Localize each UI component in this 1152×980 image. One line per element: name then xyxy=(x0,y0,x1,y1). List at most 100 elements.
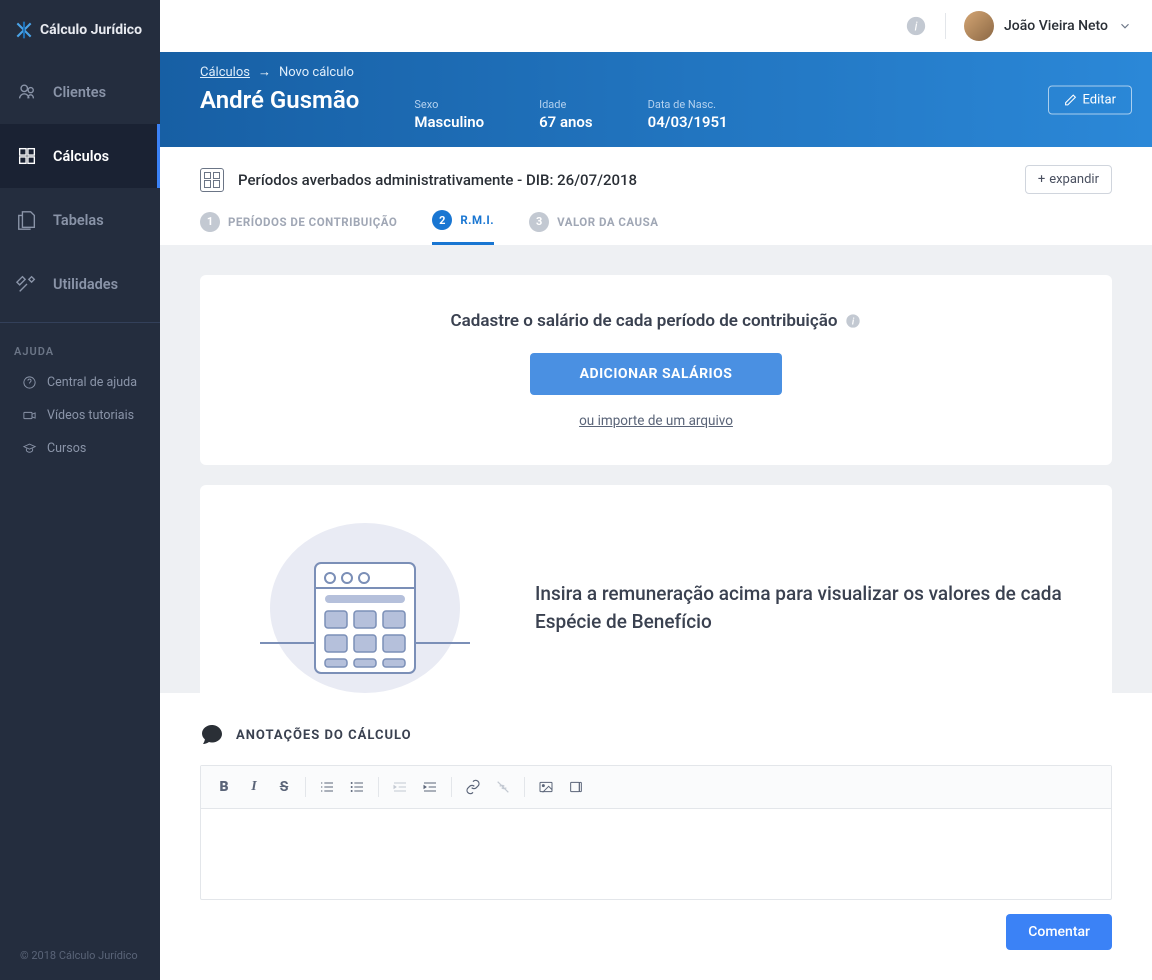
step-num: 2 xyxy=(432,210,452,230)
annotations-section: ANOTAÇÕES DO CÁLCULO B I S xyxy=(160,693,1152,980)
brand-name: Cálculo Jurídico xyxy=(40,22,142,38)
user-menu[interactable]: João Vieira Neto xyxy=(964,11,1132,41)
breadcrumb: Cálculos → Novo cálculo xyxy=(200,64,1112,80)
meta-label: Sexo xyxy=(414,98,484,111)
meta-value: 04/03/1951 xyxy=(648,113,728,131)
editor-toolbar: B I S xyxy=(201,766,1111,809)
brand-logo[interactable]: Cálculo Jurídico xyxy=(0,0,160,60)
salary-card: Cadastre o salário de cada período de co… xyxy=(200,275,1112,465)
step-tabs: 1 PERÍODOS DE CONTRIBUIÇÃO 2 R.M.I. 3 VA… xyxy=(200,210,1112,245)
italic-button[interactable]: I xyxy=(241,774,267,800)
help-section: AJUDA Central de ajuda Vídeos tutoriais … xyxy=(0,322,160,465)
step-label: VALOR DA CAUSA xyxy=(557,215,658,229)
copyright: © 2018 Cálculo Jurídico xyxy=(0,931,160,980)
info-icon[interactable]: i xyxy=(845,313,861,329)
toolbar-separator xyxy=(305,777,306,797)
link-button[interactable] xyxy=(460,774,486,800)
editor-textarea[interactable] xyxy=(201,809,1111,899)
video-icon xyxy=(22,408,37,423)
sidebar-item-label: Tabelas xyxy=(53,212,104,229)
document-icon xyxy=(16,209,38,231)
user-name: João Vieira Neto xyxy=(1004,18,1108,34)
sidebar-item-tabelas[interactable]: Tabelas xyxy=(0,188,160,252)
image-button[interactable] xyxy=(533,774,559,800)
grid-icon xyxy=(200,168,224,192)
help-item-central[interactable]: Central de ajuda xyxy=(0,366,160,399)
expand-button[interactable]: + expandir xyxy=(1025,165,1112,194)
placeholder-card: Insira a remuneração acima para visualiz… xyxy=(200,485,1112,693)
client-name: André Gusmão xyxy=(200,86,359,114)
help-item-cursos[interactable]: Cursos xyxy=(0,432,160,465)
expand-button-label: expandir xyxy=(1049,172,1099,187)
meta-nasc: Data de Nasc. 04/03/1951 xyxy=(648,98,728,131)
edit-button-label: Editar xyxy=(1083,92,1117,107)
toolbar-separator xyxy=(451,777,452,797)
brand-icon xyxy=(14,20,34,40)
annotations-title: ANOTAÇÕES DO CÁLCULO xyxy=(236,728,412,743)
step-periodos[interactable]: 1 PERÍODOS DE CONTRIBUIÇÃO xyxy=(200,210,397,233)
step-num: 1 xyxy=(200,212,220,232)
sidebar-item-clientes[interactable]: Clientes xyxy=(0,60,160,124)
step-label: R.M.I. xyxy=(460,213,494,227)
question-icon xyxy=(22,375,37,390)
arrow-right-icon: → xyxy=(258,64,271,80)
step-num: 3 xyxy=(529,212,549,232)
table-button[interactable] xyxy=(563,774,589,800)
edit-button[interactable]: Editar xyxy=(1048,85,1133,114)
step-valor[interactable]: 3 VALOR DA CAUSA xyxy=(529,210,658,233)
rich-text-editor: B I S xyxy=(200,765,1112,900)
help-section-title: AJUDA xyxy=(0,337,160,366)
topbar-divider xyxy=(945,13,946,39)
sidebar: Cálculo Jurídico Clientes Cálculos Tabel… xyxy=(0,0,160,980)
info-icon[interactable]: i xyxy=(905,15,927,37)
import-file-link[interactable]: ou importe de um arquivo xyxy=(245,413,1067,429)
bold-button[interactable]: B xyxy=(211,774,237,800)
toolbar-separator xyxy=(378,777,379,797)
comment-icon xyxy=(200,723,224,747)
placeholder-illustration xyxy=(250,523,480,693)
sidebar-item-calculos[interactable]: Cálculos xyxy=(0,124,160,188)
help-item-label: Vídeos tutoriais xyxy=(47,408,134,423)
toolbar-separator xyxy=(524,777,525,797)
salary-card-title: Cadastre o salário de cada período de co… xyxy=(451,311,838,331)
sidebar-item-label: Cálculos xyxy=(53,148,109,165)
people-icon xyxy=(16,81,38,103)
avatar xyxy=(964,11,994,41)
breadcrumb-root-link[interactable]: Cálculos xyxy=(200,65,250,80)
tools-icon xyxy=(16,273,38,295)
breadcrumb-current: Novo cálculo xyxy=(279,65,354,80)
sub-header: Períodos averbados administrativamente -… xyxy=(160,147,1152,245)
ordered-list-button[interactable] xyxy=(314,774,340,800)
unordered-list-button[interactable] xyxy=(344,774,370,800)
graduation-icon xyxy=(22,441,37,456)
add-salaries-button[interactable]: ADICIONAR SALÁRIOS xyxy=(530,353,783,395)
strike-button[interactable]: S xyxy=(271,774,297,800)
help-item-label: Central de ajuda xyxy=(47,375,137,390)
meta-label: Data de Nasc. xyxy=(648,98,728,111)
meta-sexo: Sexo Masculino xyxy=(414,98,484,131)
sidebar-item-label: Utilidades xyxy=(53,276,118,293)
unlink-button[interactable] xyxy=(490,774,516,800)
help-item-videos[interactable]: Vídeos tutoriais xyxy=(0,399,160,432)
meta-idade: Idade 67 anos xyxy=(539,98,593,131)
outdent-button[interactable] xyxy=(387,774,413,800)
pencil-icon xyxy=(1064,93,1077,106)
content-area: Cadastre o salário de cada período de co… xyxy=(160,245,1152,693)
main: i João Vieira Neto Cálculos → Novo cálcu… xyxy=(160,0,1152,980)
placeholder-text: Insira a remuneração acima para visualiz… xyxy=(535,580,1062,637)
page-title: Períodos averbados administrativamente -… xyxy=(238,171,637,189)
plus-icon: + xyxy=(1038,172,1045,187)
help-item-label: Cursos xyxy=(47,441,86,456)
comment-button[interactable]: Comentar xyxy=(1006,914,1112,950)
chevron-down-icon xyxy=(1118,19,1132,33)
step-label: PERÍODOS DE CONTRIBUIÇÃO xyxy=(228,215,397,229)
sidebar-item-label: Clientes xyxy=(53,84,106,101)
step-rmi[interactable]: 2 R.M.I. xyxy=(432,210,494,245)
client-header: Cálculos → Novo cálculo André Gusmão Sex… xyxy=(160,52,1152,147)
meta-value: Masculino xyxy=(414,113,484,131)
meta-value: 67 anos xyxy=(539,113,593,131)
topbar: i João Vieira Neto xyxy=(160,0,1152,52)
indent-button[interactable] xyxy=(417,774,443,800)
meta-label: Idade xyxy=(539,98,593,111)
sidebar-item-utilidades[interactable]: Utilidades xyxy=(0,252,160,316)
